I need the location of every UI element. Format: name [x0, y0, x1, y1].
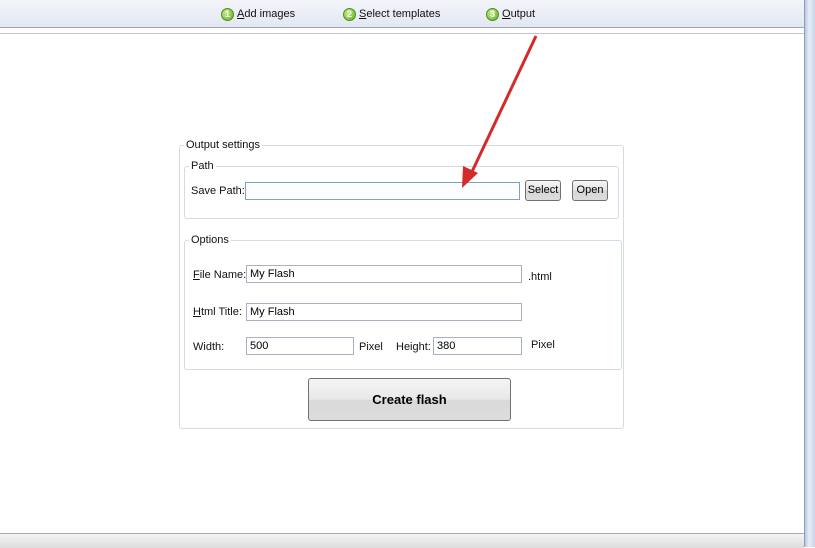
- step-2-icon: 2: [343, 7, 356, 21]
- output-settings-legend: Output settings: [186, 139, 260, 151]
- height-label: Height:: [396, 341, 431, 353]
- file-extension-label: .html: [528, 271, 552, 283]
- step-3-icon: 3: [486, 7, 499, 21]
- open-button[interactable]: Open: [572, 180, 608, 201]
- file-name-input[interactable]: [246, 265, 522, 283]
- width-label: Width:: [193, 341, 225, 353]
- content-divider: [0, 33, 804, 34]
- height-unit-label: Pixel: [531, 339, 555, 351]
- status-bar: [0, 533, 804, 548]
- file-name-label: File Name:: [193, 269, 247, 281]
- step-output[interactable]: 3 Output: [486, 6, 535, 22]
- html-title-label: Html Title:: [193, 306, 242, 318]
- step-add-images[interactable]: 1 Add images: [221, 6, 295, 22]
- wizard-steps-bar: 1 Add images 2 Select templates 3 Output: [0, 0, 805, 28]
- width-input[interactable]: [246, 337, 354, 355]
- step-1-label: Add images: [237, 8, 296, 20]
- step-3-label: Output: [502, 8, 536, 20]
- step-1-icon: 1: [221, 7, 234, 21]
- step-2-label: Select templates: [359, 8, 441, 20]
- width-unit-label: Pixel: [359, 341, 383, 353]
- window-right-border: [804, 0, 815, 547]
- create-flash-button[interactable]: Create flash: [308, 378, 511, 421]
- height-input[interactable]: [433, 337, 522, 355]
- save-path-label: Save Path:: [191, 185, 245, 197]
- save-path-input[interactable]: [245, 182, 520, 200]
- html-title-input[interactable]: [246, 303, 522, 321]
- step-select-templates[interactable]: 2 Select templates: [343, 6, 440, 22]
- path-legend: Path: [191, 160, 214, 172]
- options-legend: Options: [191, 234, 229, 246]
- select-button[interactable]: Select: [525, 180, 561, 201]
